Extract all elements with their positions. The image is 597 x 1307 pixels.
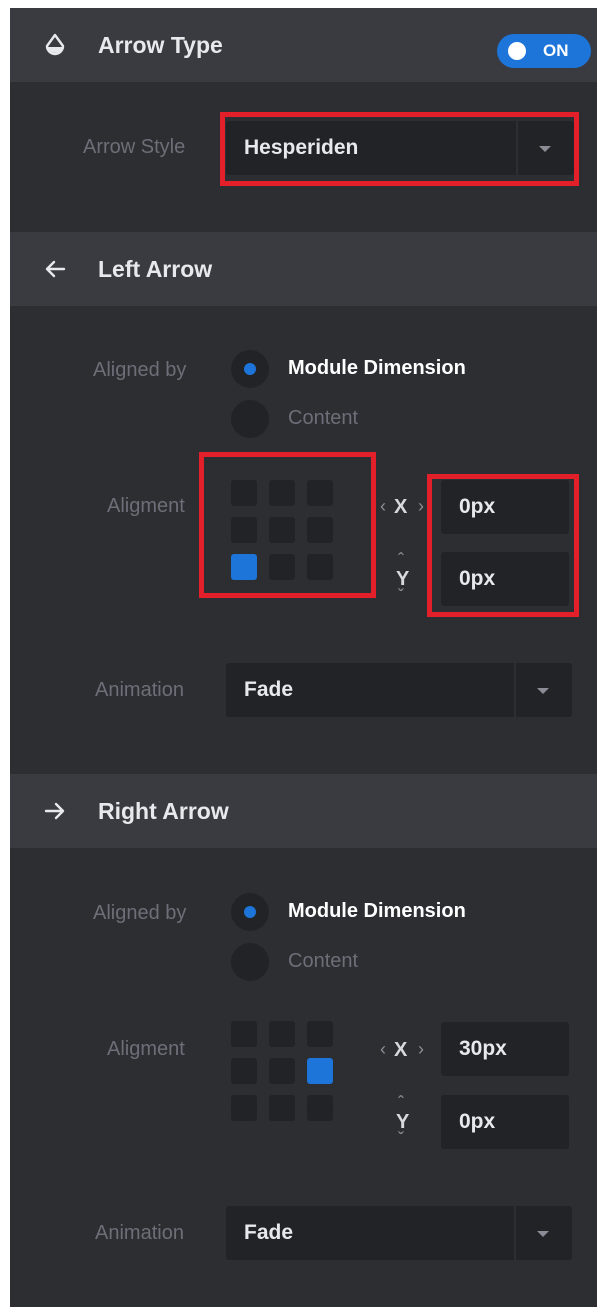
caret-down-icon [539, 146, 551, 152]
right-alignment-label: Aligment [107, 1038, 185, 1060]
align-top-left[interactable] [231, 480, 257, 506]
left-x-offset-input[interactable]: 0px [441, 480, 569, 534]
right-aligned-by-label: Aligned by [93, 902, 187, 924]
align-bottom-right[interactable] [307, 554, 333, 580]
align-middle-center[interactable] [269, 1058, 295, 1084]
radio-selected-dot [244, 906, 256, 918]
right-x-offset-input[interactable]: 30px [441, 1022, 569, 1076]
right-option-content[interactable]: Content [288, 950, 358, 973]
align-middle-left[interactable] [231, 1058, 257, 1084]
align-bottom-center[interactable] [269, 1095, 295, 1121]
align-middle-center[interactable] [269, 517, 295, 543]
align-top-left[interactable] [231, 1021, 257, 1047]
left-alignment-label: Aligment [107, 495, 185, 517]
left-arrow-title: Left Arrow [98, 256, 213, 282]
right-option-module-dimension[interactable]: Module Dimension [288, 900, 466, 923]
left-alignment-grid [231, 480, 333, 582]
arrow-left-icon [45, 260, 66, 278]
align-top-center[interactable] [269, 1021, 295, 1047]
toggle-knob [508, 42, 526, 60]
right-alignment-grid [231, 1021, 333, 1123]
caret-down-icon [537, 1231, 549, 1237]
right-radio-content[interactable] [231, 943, 269, 981]
radio-selected-dot [244, 363, 256, 375]
left-animation-select[interactable]: Fade [226, 663, 572, 717]
arrow-style-label: Arrow Style [83, 136, 186, 158]
left-option-content[interactable]: Content [288, 407, 358, 430]
caret-down-icon [537, 688, 549, 694]
right-animation-value: Fade [244, 1221, 294, 1244]
align-top-center[interactable] [269, 480, 295, 506]
align-top-right[interactable] [307, 480, 333, 506]
arrow-right-icon [44, 802, 65, 820]
arrow-style-select[interactable]: Hesperiden [226, 121, 574, 175]
left-x-axis-label: X [394, 496, 408, 518]
align-bottom-center[interactable] [269, 554, 295, 580]
left-aligned-by-label: Aligned by [93, 359, 187, 381]
y-down-chevron-icon[interactable]: ˇ [398, 1129, 404, 1150]
left-radio-content[interactable] [231, 400, 269, 438]
x-right-chevron-icon[interactable]: › [418, 496, 424, 517]
arrow-type-toggle[interactable]: ON [497, 34, 591, 68]
right-arrow-title: Right Arrow [98, 798, 229, 824]
align-middle-right[interactable] [307, 517, 333, 543]
arrow-type-title: Arrow Type [98, 32, 223, 58]
x-left-chevron-icon[interactable]: ‹ [380, 1039, 386, 1060]
right-arrow-header[interactable]: Right Arrow [10, 774, 597, 848]
right-radio-module-dimension[interactable] [231, 893, 269, 931]
dropdown-divider [516, 121, 518, 175]
droplet-icon [45, 33, 65, 56]
arrow-style-value: Hesperiden [244, 136, 359, 159]
left-radio-module-dimension[interactable] [231, 350, 269, 388]
left-arrow-header[interactable]: Left Arrow [10, 232, 597, 306]
right-y-value: 0px [459, 1110, 496, 1133]
toggle-label: ON [543, 41, 569, 60]
dropdown-divider [514, 663, 516, 717]
x-left-chevron-icon[interactable]: ‹ [380, 496, 386, 517]
x-right-chevron-icon[interactable]: › [418, 1039, 424, 1060]
y-down-chevron-icon[interactable]: ˇ [398, 586, 404, 607]
align-middle-left[interactable] [231, 517, 257, 543]
right-animation-label: Animation [95, 1222, 184, 1244]
left-option-module-dimension[interactable]: Module Dimension [288, 357, 466, 380]
left-animation-label: Animation [95, 679, 184, 701]
navigation-arrows-panel: Arrow Type ON Arrow Style Hesperiden Lef… [10, 8, 597, 1307]
left-y-value: 0px [459, 567, 496, 590]
align-bottom-right[interactable] [307, 1095, 333, 1121]
align-bottom-left[interactable] [231, 554, 257, 580]
align-middle-right[interactable] [307, 1058, 333, 1084]
arrow-type-header[interactable]: Arrow Type ON [10, 8, 597, 82]
left-y-offset-input[interactable]: 0px [441, 552, 569, 606]
right-animation-select[interactable]: Fade [226, 1206, 572, 1260]
align-top-right[interactable] [307, 1021, 333, 1047]
right-x-value: 30px [459, 1037, 507, 1060]
left-animation-value: Fade [244, 678, 294, 701]
align-bottom-left[interactable] [231, 1095, 257, 1121]
right-y-offset-input[interactable]: 0px [441, 1095, 569, 1149]
dropdown-divider [514, 1206, 516, 1260]
left-x-value: 0px [459, 495, 496, 518]
right-x-axis-label: X [394, 1039, 408, 1061]
